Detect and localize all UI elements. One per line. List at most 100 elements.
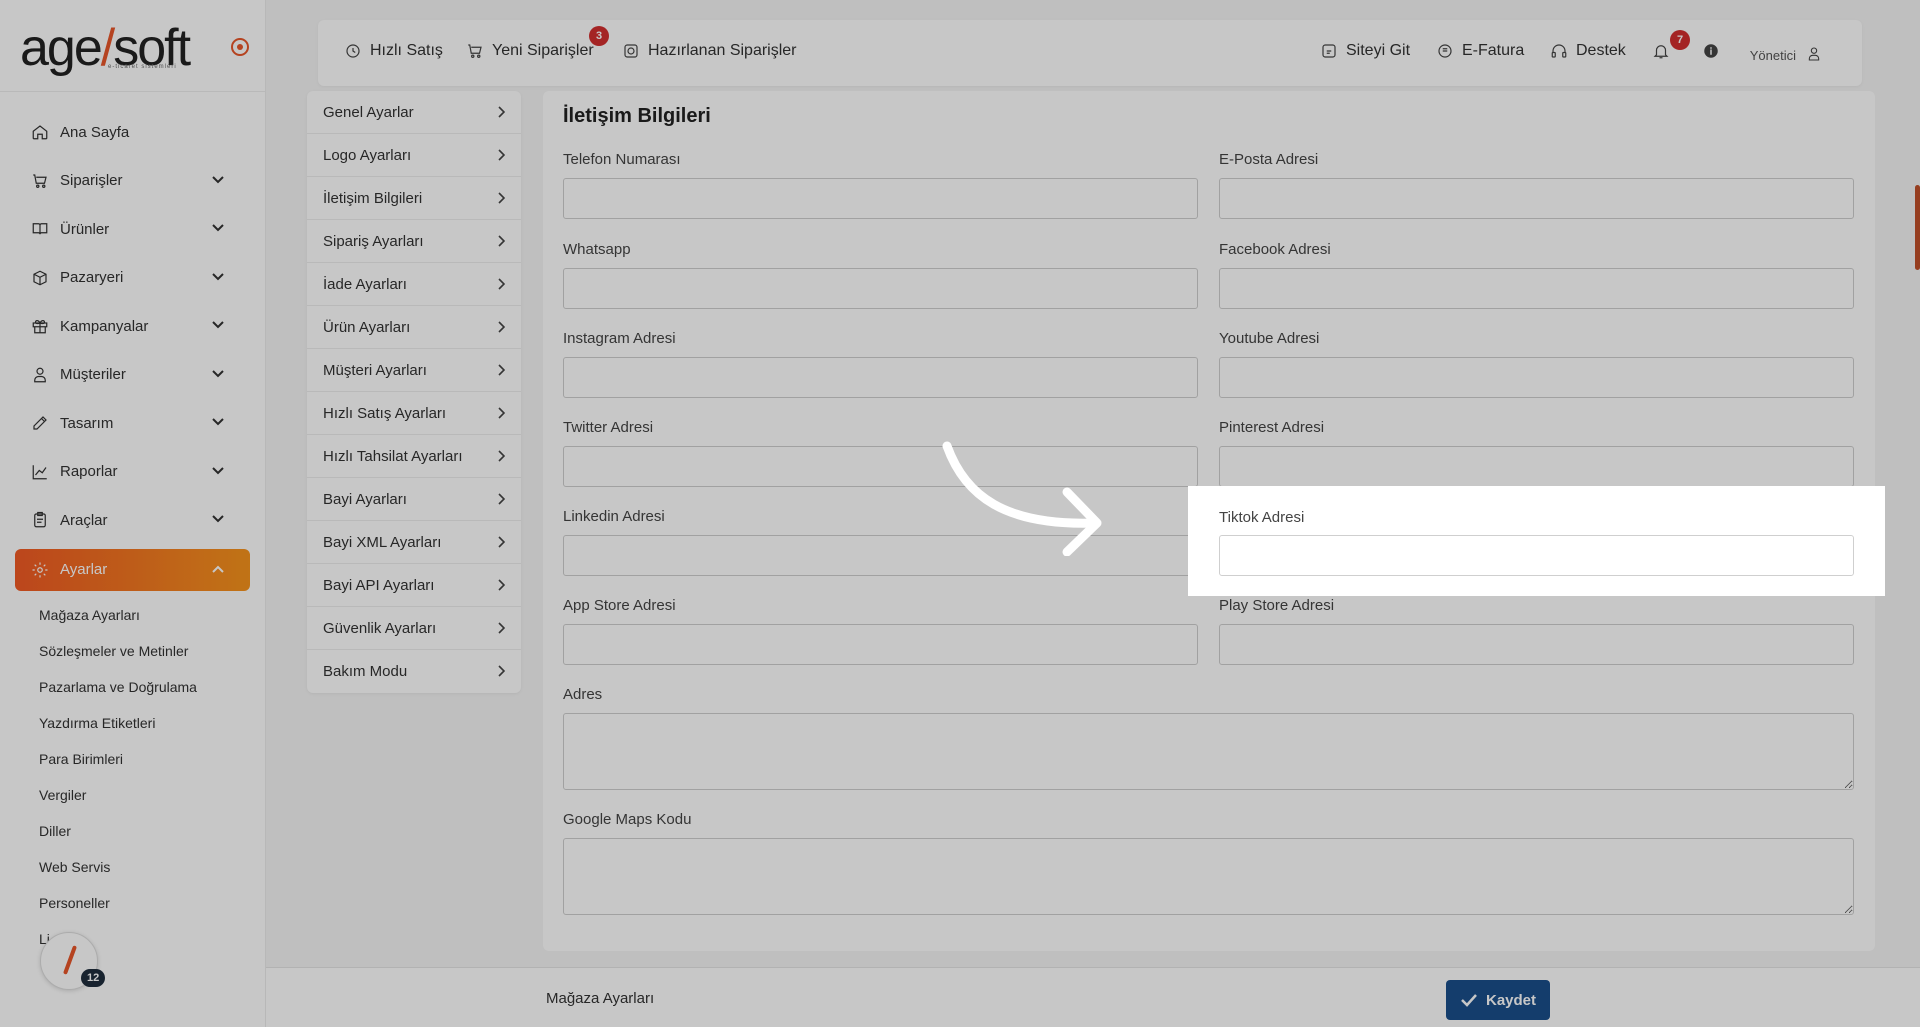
chevron-right-icon [498,665,505,677]
chevron-down-icon [212,369,224,377]
settings-security[interactable]: Güvenlik Ayarları [307,607,521,650]
e-invoice-link[interactable]: E-Fatura [1436,42,1524,60]
go-site-link[interactable]: Siteyi Git [1320,42,1410,60]
settings-customers[interactable]: Müşteri Ayarları [307,349,521,392]
sidebar-item-home[interactable]: Ana Sayfa [0,108,265,157]
home-icon [30,122,50,142]
sidebar-item-design[interactable]: Tasarım [0,399,265,448]
pinterest-label: Pinterest Adresi [1219,419,1325,436]
youtube-input[interactable] [1219,357,1854,398]
sidebar-item-settings[interactable]: Ayarlar [15,548,250,591]
chevron-right-icon [498,579,505,591]
appstore-input[interactable] [563,624,1198,665]
tiktok-label: Tiktok Adresi [1219,509,1305,526]
settings-dealer-xml[interactable]: Bayi XML Ayarları [307,521,521,564]
settings-quick-sale[interactable]: Hızlı Satış Ayarları [307,392,521,435]
chevron-right-icon [498,407,505,419]
playstore-label: Play Store Adresi [1219,597,1335,614]
logo[interactable]: age/soft e-ticaret sistemleri [0,0,265,92]
bottom-bar: Mağaza Ayarları Kaydet [266,967,1920,1027]
chevron-right-icon [498,321,505,333]
sidebar-item-tools[interactable]: Araçlar [0,496,265,545]
pointer-arrow-icon [942,441,1102,556]
settings-maintenance[interactable]: Bakım Modu [307,650,521,693]
clipboard-icon [30,510,50,530]
sidebar-item-customers[interactable]: Müşteriler [0,351,265,400]
submenu-contracts[interactable]: Sözleşmeler ve Metinler [0,633,265,669]
sidebar: age/soft e-ticaret sistemleri Ana Sayfa … [0,0,266,1027]
chevron-right-icon [498,536,505,548]
current-section-label: Mağaza Ayarları [546,990,655,1007]
book-icon [30,219,50,239]
info-icon [1702,42,1720,60]
help-widget[interactable]: 12 [40,932,106,990]
settings-submenu: Mağaza Ayarları Sözleşmeler ve Metinler … [0,597,265,957]
submenu-currencies[interactable]: Para Birimleri [0,741,265,777]
sidebar-item-reports[interactable]: Raporlar [0,448,265,497]
chevron-down-icon [212,418,224,426]
chevron-right-icon [498,149,505,161]
submenu-languages[interactable]: Diller [0,813,265,849]
submenu-staff[interactable]: Personeller [0,885,265,921]
facebook-label: Facebook Adresi [1219,241,1331,258]
instagram-label: Instagram Adresi [563,330,676,347]
submenu-web-service[interactable]: Web Servis [0,849,265,885]
phone-input[interactable] [563,178,1198,219]
quick-sale-link[interactable]: Hızlı Satış [344,42,443,60]
settings-products[interactable]: Ürün Ayarları [307,306,521,349]
chevron-right-icon [498,106,505,118]
info-button[interactable] [1702,42,1728,60]
new-orders-link[interactable]: Yeni Siparişler [466,42,594,60]
settings-general[interactable]: Genel Ayarlar [307,91,521,134]
chevron-down-icon [212,321,224,329]
instagram-input[interactable] [563,357,1198,398]
submenu-taxes[interactable]: Vergiler [0,777,265,813]
submenu-print-labels[interactable]: Yazdırma Etiketleri [0,705,265,741]
chevron-down-icon [212,175,224,183]
new-orders-badge: 3 [589,26,609,46]
whatsapp-input[interactable] [563,268,1198,309]
settings-logo[interactable]: Logo Ayarları [307,134,521,177]
sidebar-item-marketplace[interactable]: Pazaryeri [0,254,265,303]
tiktok-input[interactable] [1219,535,1854,576]
address-textarea[interactable] [563,713,1854,790]
sidebar-toggle-icon[interactable] [231,38,249,56]
submenu-truncated[interactable]: Li [0,921,265,957]
headset-icon [1550,42,1568,60]
settings-orders[interactable]: Sipariş Ayarları [307,220,521,263]
user-menu[interactable]: Yönetici [1750,46,1822,65]
chevron-down-icon [212,272,224,280]
whatsapp-label: Whatsapp [563,241,631,258]
linkedin-label: Linkedin Adresi [563,508,665,525]
sidebar-item-campaigns[interactable]: Kampanyalar [0,302,265,351]
support-link[interactable]: Destek [1550,42,1626,60]
chevron-right-icon [498,235,505,247]
youtube-label: Youtube Adresi [1219,330,1320,347]
settings-dealer[interactable]: Bayi Ayarları [307,478,521,521]
gift-icon [30,316,50,336]
facebook-input[interactable] [1219,268,1854,309]
chevron-right-icon [498,493,505,505]
user-icon [30,365,50,385]
email-input[interactable] [1219,178,1854,219]
scrollbar-thumb[interactable] [1915,185,1920,270]
playstore-input[interactable] [1219,624,1854,665]
settings-contact[interactable]: İletişim Bilgileri [307,177,521,220]
settings-quick-collection[interactable]: Hızlı Tahsilat Ayarları [307,435,521,478]
chevron-down-icon [212,466,224,474]
sidebar-item-orders[interactable]: Siparişler [0,157,265,206]
package-icon [622,42,640,60]
maps-textarea[interactable] [563,838,1854,915]
page-title: İletişim Bilgileri [563,105,711,127]
save-button[interactable]: Kaydet [1446,980,1550,1020]
tiktok-spotlight: Tiktok Adresi [1188,486,1885,596]
sidebar-item-products[interactable]: Ürünler [0,205,265,254]
chevron-right-icon [498,622,505,634]
settings-returns[interactable]: İade Ayarları [307,263,521,306]
submenu-store-settings[interactable]: Mağaza Ayarları [0,597,265,633]
prepared-orders-link[interactable]: Hazırlanan Siparişler [622,42,797,60]
submenu-marketing[interactable]: Pazarlama ve Doğrulama [0,669,265,705]
pinterest-input[interactable] [1219,446,1854,487]
settings-dealer-api[interactable]: Bayi API Ayarları [307,564,521,607]
appstore-label: App Store Adresi [563,597,676,614]
